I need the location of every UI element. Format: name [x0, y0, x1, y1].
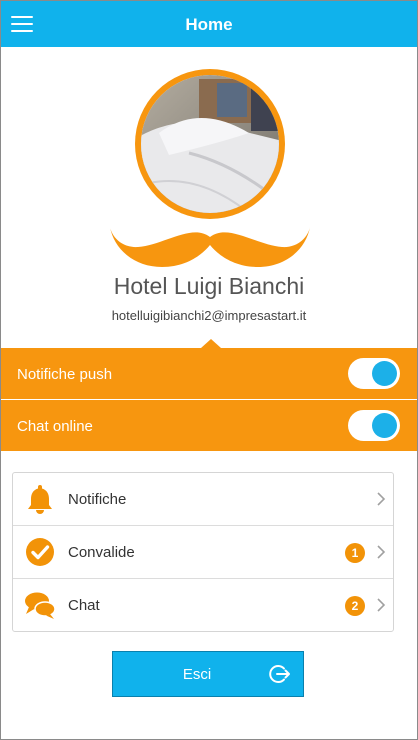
menu-item-label: Chat — [68, 597, 100, 614]
toggle-label: Chat online — [17, 418, 93, 435]
chevron-right-icon — [377, 598, 386, 612]
logout-button[interactable]: Esci — [112, 651, 304, 697]
menu-item-label: Notifiche — [68, 491, 127, 508]
menu-list: Notifiche Convalide 1 Chat 2 — [12, 472, 394, 632]
menu-item-convalide[interactable]: Convalide 1 — [13, 526, 393, 579]
count-badge: 2 — [345, 596, 365, 616]
bell-icon — [28, 485, 52, 514]
chat-online-toggle[interactable] — [348, 410, 400, 441]
check-circle-icon — [26, 538, 54, 566]
logout-icon — [269, 665, 290, 683]
menu-item-label: Convalide — [68, 544, 135, 561]
toggle-row-chat: Chat online — [1, 400, 417, 451]
toggle-row-push: Notifiche push — [1, 348, 417, 399]
app-screen: Home Hotel Luigi Bianchi hotelluigibianc… — [0, 0, 418, 740]
hotel-email: hotelluigibianchi2@impresastart.it — [111, 308, 307, 323]
profile-pointer — [201, 339, 221, 348]
menu-item-chat[interactable]: Chat 2 — [13, 579, 393, 631]
chevron-right-icon — [377, 545, 386, 559]
count-badge: 1 — [345, 543, 365, 563]
hotel-bed-photo — [141, 75, 279, 213]
header-bar: Home — [1, 1, 417, 47]
avatar — [135, 69, 285, 219]
menu-item-notifiche[interactable]: Notifiche — [13, 473, 393, 526]
page-title: Home — [185, 15, 233, 34]
hotel-name: Hotel Luigi Bianchi — [113, 273, 305, 299]
push-notifications-toggle[interactable] — [348, 358, 400, 389]
toggle-label: Notifiche push — [17, 366, 113, 383]
logout-label: Esci — [182, 666, 212, 683]
mustache-logo — [110, 227, 310, 267]
chevron-right-icon — [377, 492, 386, 506]
chat-bubbles-icon — [25, 592, 56, 619]
